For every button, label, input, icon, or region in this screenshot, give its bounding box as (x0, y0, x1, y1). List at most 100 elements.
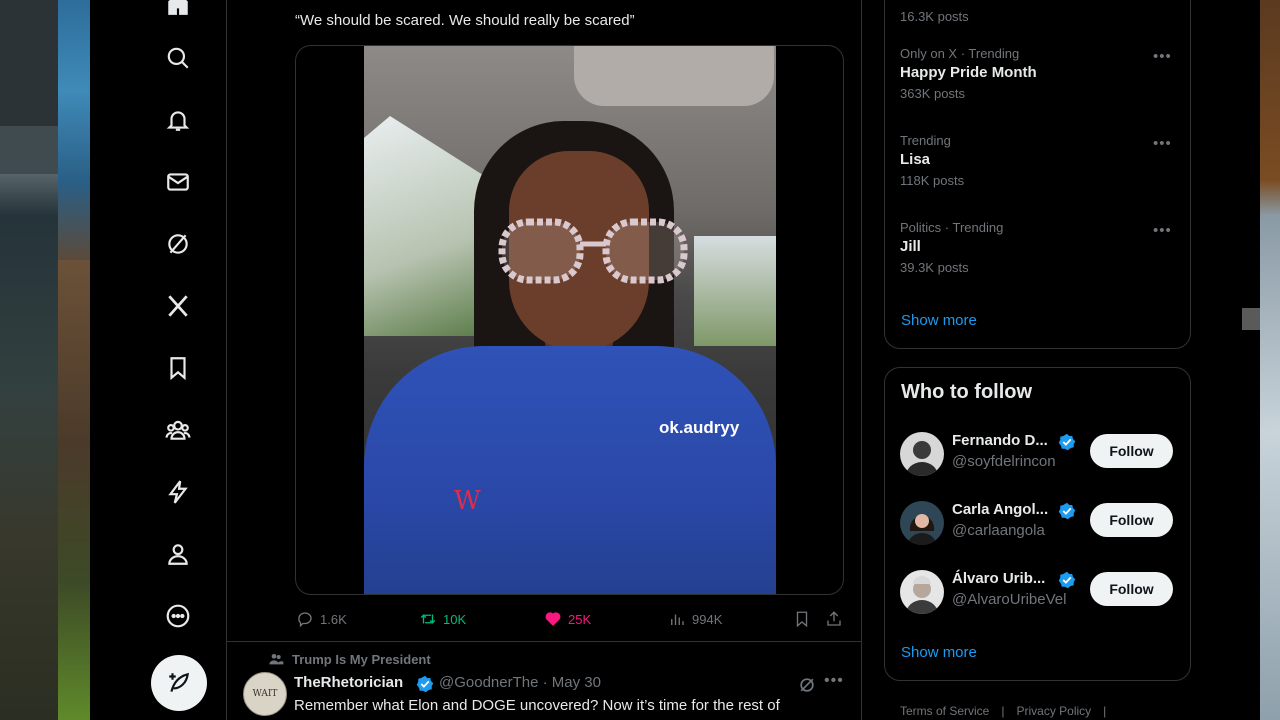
follow-button[interactable]: Follow (1090, 434, 1173, 468)
person-scrubs (364, 346, 776, 594)
tweet-video[interactable]: W ok.audryy (295, 45, 844, 595)
nav-bookmarks[interactable] (160, 350, 196, 386)
nav-more[interactable] (160, 598, 196, 634)
bell-icon (166, 111, 190, 131)
scrollbar-thumb[interactable] (1242, 308, 1260, 330)
trends-show-more-link[interactable]: Show more (901, 312, 977, 329)
suggested-user-handle: @AlvaroUribeVel (952, 591, 1067, 608)
grok-icon (168, 234, 188, 254)
desktop-wallpaper-left (0, 0, 90, 720)
more-circle-icon (166, 604, 190, 628)
trend-post-count: 363K posts (900, 86, 966, 101)
avatar[interactable]: WAIT (243, 672, 287, 716)
avatar[interactable] (900, 570, 944, 614)
verified-badge-icon (1058, 502, 1076, 520)
social-context-label: Trump Is My President (292, 651, 431, 667)
trend-meta: Politics · Trending (900, 220, 1004, 235)
nav-premium[interactable] (160, 288, 196, 324)
trend-item[interactable]: 16.3K posts (900, 4, 969, 24)
compose-post-button[interactable] (151, 655, 207, 711)
avatar[interactable] (900, 432, 944, 476)
x-logo-icon (168, 295, 188, 317)
car-roof (574, 46, 774, 106)
follow-button[interactable]: Follow (1090, 503, 1173, 537)
nav-explore[interactable] (160, 40, 196, 76)
bookmark-button[interactable] (793, 610, 811, 628)
verified-badge-icon (416, 675, 434, 693)
share-button[interactable] (825, 610, 843, 628)
trend-post-count: 118K posts (900, 173, 965, 188)
community-icon (269, 654, 284, 665)
tweet-text: “We should be scared. We should really b… (295, 12, 635, 29)
trend-post-count: 16.3K posts (900, 9, 969, 24)
more-options-icon[interactable]: ••• (824, 672, 844, 690)
home-icon (168, 0, 188, 15)
trend-item[interactable]: Trending Lisa 118K posts (900, 133, 964, 188)
compose-icon (169, 672, 189, 692)
footer-separator: | (1001, 704, 1005, 718)
terms-link[interactable]: Terms of Service (900, 704, 989, 718)
trend-item[interactable]: Politics · Trending Jill 39.3K posts (900, 220, 1003, 275)
nav-home[interactable] (160, 0, 196, 22)
who-to-follow-title: Who to follow (901, 381, 1033, 403)
share-icon (827, 611, 841, 626)
avatar-portrait (900, 432, 944, 476)
communities-icon (165, 420, 191, 440)
like-count: 25K (568, 611, 592, 627)
nav-communities[interactable] (160, 412, 196, 448)
nav-profile[interactable] (160, 536, 196, 572)
suggested-user-name: Fernando D... (952, 432, 1048, 449)
views-button[interactable]: 994K (668, 610, 722, 628)
reply-button[interactable]: 1.6K (296, 610, 347, 628)
mail-icon (167, 173, 189, 191)
grok-icon[interactable] (797, 675, 817, 695)
trend-more-icon[interactable]: ••• (1153, 222, 1172, 239)
scrubs-logo: W (454, 486, 481, 516)
verified-badge-icon (1058, 571, 1076, 589)
tweet-text: Remember what Elon and DOGE uncovered? N… (294, 697, 780, 714)
avatar-portrait (900, 501, 944, 545)
wallpaper-water (58, 0, 90, 260)
nav-rail (90, 0, 226, 720)
nav-messages[interactable] (160, 164, 196, 200)
views-count: 994K (692, 611, 723, 627)
heart-icon (545, 612, 561, 626)
glasses (498, 218, 688, 284)
follow-suggestion[interactable]: Álvaro Urib... @AlvaroUribeVel Follow (900, 568, 1180, 616)
reply-icon (298, 612, 312, 628)
follow-suggestion[interactable]: Carla Angol... @carlaangola Follow (900, 499, 1180, 547)
trend-title: Lisa (900, 151, 931, 168)
nav-verified-orgs[interactable] (160, 474, 196, 510)
search-icon (167, 47, 189, 69)
repost-icon (420, 614, 436, 624)
trend-title: Jill (900, 238, 921, 255)
trend-meta: Only on X · Trending (900, 46, 1020, 61)
desktop-wallpaper-right (1260, 0, 1280, 720)
views-icon (671, 614, 684, 625)
video-frame: W ok.audryy (364, 46, 776, 594)
wallpaper-cliff (58, 260, 90, 720)
suggested-user-handle: @carlaangola (952, 522, 1045, 539)
nav-grok[interactable] (160, 226, 196, 262)
who-to-follow-show-more-link[interactable]: Show more (901, 644, 977, 661)
social-context[interactable]: Trump Is My President (268, 651, 431, 667)
follow-button[interactable]: Follow (1090, 572, 1173, 606)
tweet-author-name[interactable]: TheRhetorician (294, 674, 403, 691)
suggested-user-name: Álvaro Urib... (952, 570, 1046, 587)
repost-button[interactable]: 10K (419, 610, 466, 628)
verified-badge-icon (1058, 433, 1076, 451)
nav-notifications[interactable] (160, 102, 196, 138)
like-button[interactable]: 25K (544, 610, 591, 628)
background-window-panel (0, 126, 58, 174)
repost-count: 10K (443, 611, 467, 627)
privacy-link[interactable]: Privacy Policy (1016, 704, 1091, 718)
tweet-author-handle[interactable]: @GoodnerThe · May 30 (439, 674, 601, 691)
trend-more-icon[interactable]: ••• (1153, 135, 1172, 152)
follow-suggestion[interactable]: Fernando D... @soyfdelrincon Follow (900, 430, 1180, 478)
trend-more-icon[interactable]: ••• (1153, 48, 1172, 65)
avatar[interactable] (900, 501, 944, 545)
trend-item[interactable]: Only on X · Trending Happy Pride Month 3… (900, 46, 1037, 101)
bookmark-icon (170, 357, 186, 381)
lightning-icon (168, 480, 188, 504)
background-window-panel (0, 0, 58, 126)
